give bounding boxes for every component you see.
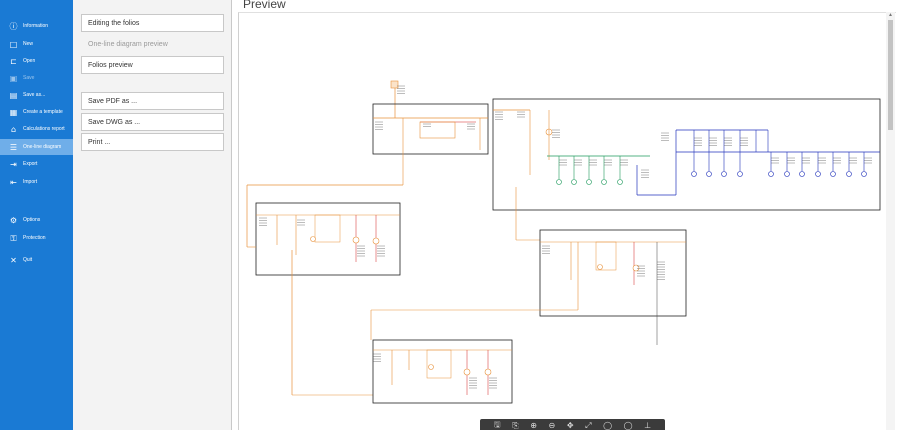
zoom-in-icon[interactable]: ◯ — [603, 421, 612, 430]
report-icon: ⌂ — [10, 124, 17, 134]
zoom-out-icon[interactable]: ⊖ — [549, 421, 556, 430]
print-button[interactable]: Print ... — [81, 133, 224, 151]
load-symbol — [372, 237, 380, 245]
nav-item-protection[interactable]: ⚿ Protection — [0, 230, 73, 246]
load-symbol — [784, 171, 790, 177]
nav-item-save-as[interactable]: ▤ Save as... — [0, 87, 73, 103]
open-folder-icon: ⊏ — [10, 56, 17, 66]
save-dwg-button[interactable]: Save DWG as ... — [81, 113, 224, 131]
load-symbol — [428, 364, 434, 370]
export-icon: ⇥ — [10, 159, 17, 169]
switchboard-box — [492, 98, 881, 211]
diagram-icon: ☰ — [9, 142, 18, 152]
nav-item-label: Quit — [23, 257, 33, 263]
save-as-icon: ▤ — [9, 90, 18, 100]
nav-item-options[interactable]: ⚙ Options — [0, 212, 73, 228]
vertical-scrollbar[interactable]: ▲ — [886, 12, 895, 430]
nav-item-label: Import — [23, 179, 38, 185]
nav-item-information[interactable]: ⓘ Information — [0, 18, 73, 34]
preview-title: Preview — [243, 0, 286, 11]
switchboard-box — [539, 229, 687, 317]
nav-item-label: Create a template — [23, 109, 63, 115]
load-symbol — [815, 171, 821, 177]
nav-item-export[interactable]: ⇥ Export — [0, 156, 73, 172]
load-symbol — [706, 171, 712, 177]
new-file-icon: □ — [9, 39, 18, 49]
nav-item-create-a-template[interactable]: ▦ Create a template — [0, 104, 73, 120]
options-panel: Editing the folios One-line diagram prev… — [73, 0, 232, 430]
nav-item-label: Save as... — [23, 92, 46, 98]
load-symbol — [463, 368, 471, 376]
nav-item-label: Save — [23, 75, 35, 81]
nav-item-new[interactable]: □ New — [0, 36, 73, 52]
load-symbol — [571, 179, 577, 185]
one-line-diagram — [246, 80, 881, 404]
gear-icon: ⚙ — [9, 215, 18, 225]
load-symbol — [830, 171, 836, 177]
copy-icon[interactable]: ⎘ — [512, 421, 518, 430]
app-window: ⓘ Information □ New ⊏ Open ▣ Save ▤ Save as... ▦ Cr… — [0, 0, 900, 430]
nav-item-label: New — [23, 41, 34, 47]
nav-item-label: Export — [23, 161, 38, 167]
switchboard-box — [390, 80, 399, 89]
editing-folios-button[interactable]: Editing the folios — [81, 14, 224, 32]
load-symbol — [586, 179, 592, 185]
scrollbar-thumb[interactable] — [888, 20, 893, 130]
import-icon: ⇤ — [10, 177, 17, 187]
load-symbol — [799, 171, 805, 177]
load-symbol — [691, 171, 697, 177]
nav-item-label: Options — [23, 217, 41, 223]
load-symbol — [861, 171, 867, 177]
load-symbol — [556, 179, 562, 185]
info-icon: ⓘ — [9, 21, 18, 31]
load-symbol — [597, 264, 603, 270]
pan-icon[interactable]: ✥ — [567, 421, 574, 430]
nav-item-one-line-diagram[interactable]: ☰ One-line diagram — [0, 139, 73, 155]
switchboard-box — [419, 121, 456, 139]
switchboard-box — [314, 214, 341, 243]
save-pdf-button[interactable]: Save PDF as ... — [81, 92, 224, 110]
folios-preview-button[interactable]: Folios preview — [81, 56, 224, 74]
nav-item-label: Open — [23, 58, 36, 64]
load-symbol — [484, 368, 492, 376]
template-icon: ▦ — [9, 107, 18, 117]
close-icon: ✕ — [10, 255, 17, 265]
left-navigation: ⓘ Information □ New ⊏ Open ▣ Save ▤ Save as... ▦ Cr… — [0, 0, 73, 430]
one-line-preview-button[interactable]: One-line diagram preview — [81, 35, 224, 53]
load-symbol — [846, 171, 852, 177]
nav-item-import[interactable]: ⇤ Import — [0, 174, 73, 190]
zoom-icon[interactable]: ⊕ — [530, 421, 537, 430]
load-symbol — [721, 171, 727, 177]
nav-item-label: Information — [23, 23, 49, 29]
load-symbol — [768, 171, 774, 177]
load-symbol — [310, 236, 316, 242]
pin-icon[interactable]: ⊥ — [644, 421, 651, 430]
key-icon: ⚿ — [10, 233, 17, 243]
nav-item-open[interactable]: ⊏ Open — [0, 53, 73, 69]
preview-toolbar: 🖫 ⎘ ⊕ ⊖ ✥ ⤢ ◯ ◯ ⊥ — [480, 419, 665, 430]
fit-icon[interactable]: ⤢ — [585, 421, 591, 430]
zoom-reset-icon[interactable]: ◯ — [624, 421, 633, 430]
load-symbol — [617, 179, 623, 185]
nav-item-calculations-report[interactable]: ⌂ Calculations report — [0, 121, 73, 137]
nav-item-label: Protection — [23, 235, 46, 241]
save-icon: ▣ — [9, 73, 18, 83]
load-symbol — [737, 171, 743, 177]
nav-item-quit[interactable]: ✕ Quit — [0, 252, 73, 268]
nav-item-label: Calculations report — [23, 126, 65, 132]
save-icon[interactable]: 🖫 — [494, 419, 501, 430]
nav-item-save[interactable]: ▣ Save — [0, 70, 73, 86]
nav-item-label: One-line diagram — [23, 144, 62, 150]
switchboard-box — [426, 349, 452, 379]
load-symbol — [601, 179, 607, 185]
load-symbol — [352, 236, 360, 244]
scroll-up-arrow-icon[interactable]: ▲ — [888, 12, 893, 18]
